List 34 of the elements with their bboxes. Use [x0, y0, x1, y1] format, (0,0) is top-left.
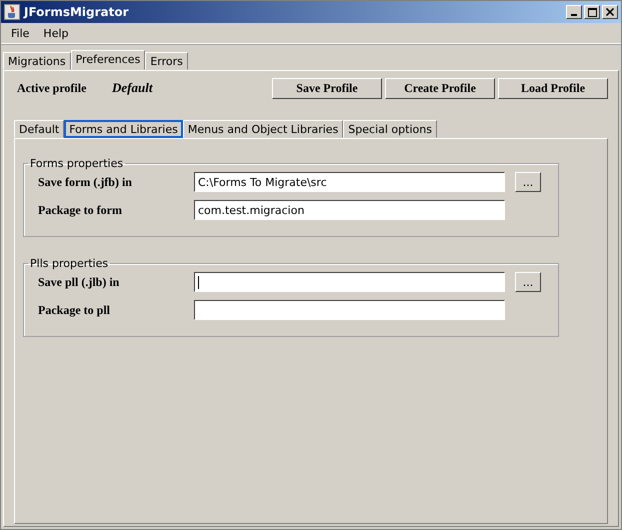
coffee-cup-icon	[4, 4, 20, 20]
field-label: Package to pll	[38, 302, 111, 318]
field-label: Package to form	[38, 202, 123, 218]
tab[interactable]: Migrations	[3, 52, 71, 70]
close-icon	[606, 8, 614, 16]
group-title: Plls properties	[29, 257, 110, 270]
input-field[interactable]: com.test.migracion	[194, 200, 505, 220]
field-label: Save pll (.jlb) in	[38, 274, 120, 290]
profile-button[interactable]: Load Profile	[498, 78, 608, 98]
input-field[interactable]	[194, 272, 505, 292]
group-title: Forms properties	[29, 157, 124, 170]
tab[interactable]: Special options	[343, 120, 437, 138]
profile-button[interactable]: Create Profile	[385, 78, 495, 98]
close-button[interactable]	[602, 5, 618, 19]
profile-button[interactable]: Save Profile	[272, 78, 382, 98]
maximize-icon	[588, 8, 596, 16]
minimize-button[interactable]	[566, 5, 582, 19]
tab[interactable]: Errors	[145, 52, 188, 70]
menu-item[interactable]: File	[11, 26, 30, 40]
tab[interactable]: Forms and Libraries	[64, 120, 183, 138]
tab[interactable]: Menus and Object Libraries	[182, 120, 344, 138]
maximize-button[interactable]	[584, 5, 600, 19]
menu-item[interactable]: Help	[43, 26, 68, 40]
profile-label: Active profile	[16, 80, 88, 96]
tab[interactable]: Preferences	[70, 50, 146, 70]
tab[interactable]: Default	[14, 120, 64, 138]
text-cursor	[198, 276, 199, 288]
profile-name: Default	[112, 80, 152, 96]
input-field[interactable]: C:\Forms To Migrate\src	[194, 172, 505, 192]
browse-button[interactable]: ...	[515, 172, 541, 192]
input-field[interactable]	[194, 300, 505, 320]
field-label: Save form (.jfb) in	[38, 174, 133, 190]
window-title: JFormsMigrator	[24, 5, 130, 19]
browse-button[interactable]: ...	[515, 272, 541, 292]
